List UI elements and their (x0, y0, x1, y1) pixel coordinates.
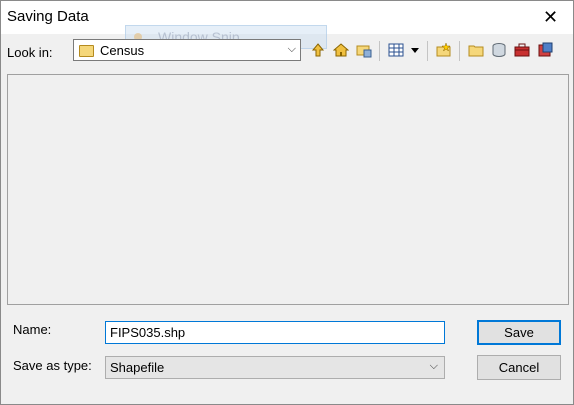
toolbox-icon[interactable] (513, 41, 531, 59)
toolbar-separator (379, 41, 380, 61)
chevron-down-icon[interactable]: ⌵ (430, 360, 438, 373)
name-label: Name: (13, 322, 52, 337)
new-folder-icon[interactable] (435, 41, 453, 59)
save-as-type-value: Shapefile (110, 360, 165, 375)
up-one-level-icon[interactable] (309, 41, 327, 59)
name-input[interactable] (105, 321, 445, 344)
geodatabase-icon[interactable] (536, 41, 554, 59)
file-list-pane[interactable] (7, 74, 569, 305)
toolbar-separator (427, 41, 428, 61)
look-in-combo[interactable]: Census ⌵ (73, 39, 301, 61)
save-as-type-label: Save as type: (13, 358, 92, 373)
toolbar-separator (459, 41, 460, 61)
save-as-type-combo[interactable]: Shapefile ⌵ (105, 356, 445, 379)
save-button[interactable]: Save (477, 320, 561, 345)
view-menu-icon[interactable] (387, 41, 405, 59)
folder-icon (79, 45, 94, 57)
look-in-toolbar: Look in: Census ⌵ (1, 37, 573, 65)
database-icon[interactable] (490, 41, 508, 59)
connect-folder-icon[interactable] (355, 41, 373, 59)
saving-data-dialog: Saving Data ✕ Window Snip Look in: Censu… (0, 0, 574, 405)
view-dropdown-arrow-icon[interactable] (406, 41, 424, 59)
home-icon[interactable] (332, 41, 350, 59)
dialog-title: Saving Data (7, 8, 89, 25)
folder-icon[interactable] (467, 41, 485, 59)
chevron-down-icon[interactable]: ⌵ (288, 43, 296, 56)
look-in-value: Census (100, 42, 145, 58)
look-in-label: Look in: (7, 45, 53, 60)
cancel-button[interactable]: Cancel (477, 355, 561, 380)
close-icon[interactable]: ✕ (528, 1, 573, 34)
